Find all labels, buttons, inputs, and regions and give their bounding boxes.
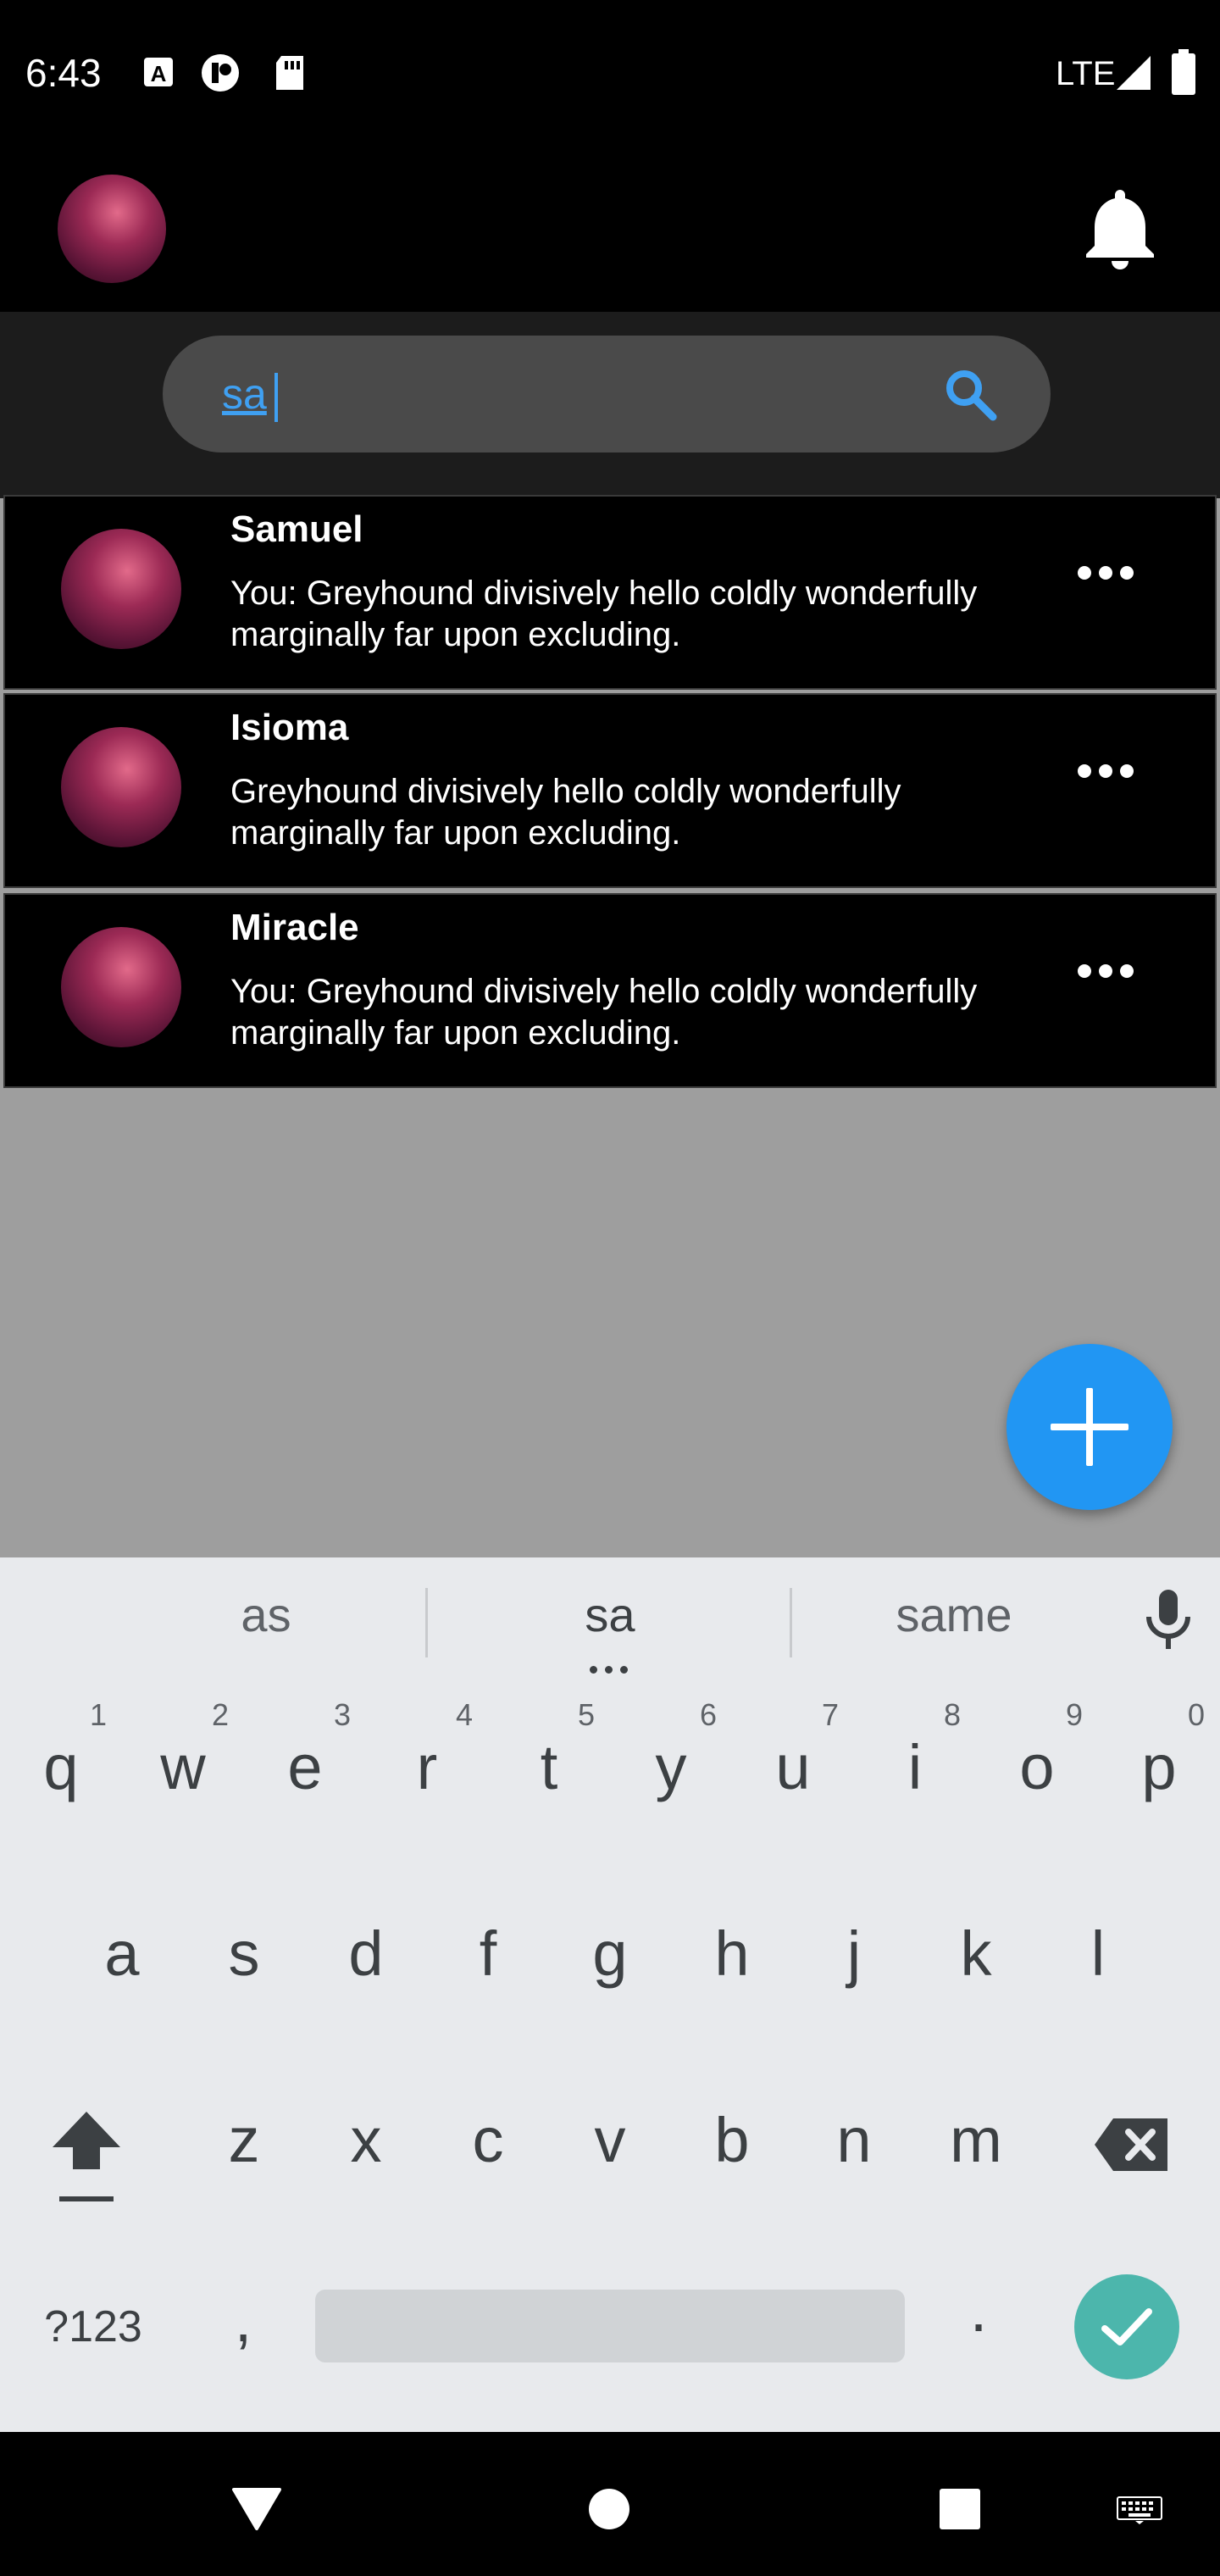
list-item[interactable]: Samuel You: Greyhound divisively hello c… <box>3 495 1217 690</box>
search-input[interactable] <box>222 366 900 422</box>
suggestion-same[interactable]: same <box>827 1583 1081 1647</box>
enter-button[interactable] <box>1074 2274 1179 2379</box>
suggestion-as[interactable]: as <box>139 1583 393 1647</box>
suggestion-bar: as sa same <box>0 1557 1220 1676</box>
list-item[interactable]: Miracle You: Greyhound divisively hello … <box>3 893 1217 1088</box>
key-x[interactable]: x <box>305 2098 427 2183</box>
sd-card-icon <box>276 56 303 90</box>
key-b[interactable]: b <box>671 2098 793 2183</box>
suggestion-sa[interactable]: sa <box>483 1583 737 1647</box>
new-conversation-button[interactable] <box>1006 1344 1173 1510</box>
text-cursor <box>274 373 278 422</box>
key-n[interactable]: n <box>793 2098 915 2183</box>
search-field[interactable] <box>163 336 1051 452</box>
more-options-icon[interactable] <box>1076 754 1135 788</box>
key-comma[interactable]: , <box>197 2278 290 2362</box>
avatar <box>61 927 181 1047</box>
bell-icon[interactable] <box>1081 186 1159 271</box>
recents-icon[interactable] <box>939 2488 981 2530</box>
status-time: 6:43 <box>25 51 102 95</box>
microphone-icon[interactable] <box>1139 1588 1198 1652</box>
key-e[interactable]: e <box>244 1725 366 1810</box>
key-y[interactable]: y <box>610 1725 732 1810</box>
message-preview: You: Greyhound divisively hello coldly w… <box>230 575 978 653</box>
backspace-icon[interactable] <box>1093 2117 1171 2173</box>
message-preview: Greyhound divisively hello coldly wonder… <box>230 773 901 852</box>
avatar <box>61 529 181 649</box>
contact-name: Isioma <box>230 707 349 748</box>
key-i[interactable]: i <box>854 1725 976 1810</box>
avatar <box>61 727 181 847</box>
more-options-icon[interactable] <box>1076 954 1135 988</box>
profile-avatar[interactable] <box>58 175 166 283</box>
key-r[interactable]: r <box>366 1725 488 1810</box>
key-q[interactable]: q <box>0 1725 122 1810</box>
battery-icon <box>1172 49 1195 95</box>
key-c[interactable]: c <box>427 2098 549 2183</box>
search-icon[interactable] <box>940 364 1000 424</box>
key-f[interactable]: f <box>427 1912 549 1996</box>
key-u[interactable]: u <box>732 1725 854 1810</box>
key-h[interactable]: h <box>671 1912 793 1996</box>
status-bar: 6:43 A LTE <box>0 0 1220 146</box>
key-l[interactable]: l <box>1037 1912 1159 1996</box>
key-m[interactable]: m <box>915 2098 1037 2183</box>
app-header <box>0 146 1220 312</box>
navigation-bar <box>0 2432 1220 2576</box>
key-v[interactable]: v <box>549 2098 671 2183</box>
shift-icon[interactable] <box>47 2108 125 2208</box>
more-options-icon[interactable] <box>1076 556 1135 590</box>
message-preview: You: Greyhound divisively hello coldly w… <box>230 973 978 1052</box>
check-icon <box>1101 2308 1152 2346</box>
key-p[interactable]: p <box>1098 1725 1220 1810</box>
space-bar[interactable] <box>315 2290 905 2362</box>
key-j[interactable]: j <box>793 1912 915 1996</box>
key-w[interactable]: w <box>122 1725 244 1810</box>
symbols-key[interactable]: ?123 <box>25 2285 161 2369</box>
key-s[interactable]: s <box>183 1912 305 1996</box>
app-icon <box>202 54 239 92</box>
key-t[interactable]: t <box>488 1725 610 1810</box>
key-d[interactable]: d <box>305 1912 427 1996</box>
key-g[interactable]: g <box>549 1912 671 1996</box>
more-suggestions-icon[interactable] <box>590 1666 630 1674</box>
key-period[interactable]: . <box>932 2268 1025 2352</box>
back-icon[interactable] <box>230 2486 283 2532</box>
svg-text:A: A <box>151 61 167 86</box>
contact-name: Miracle <box>230 907 359 948</box>
key-a[interactable]: a <box>61 1912 183 1996</box>
key-k[interactable]: k <box>915 1912 1037 1996</box>
network-type: LTE <box>1056 55 1116 92</box>
key-o[interactable]: o <box>976 1725 1098 1810</box>
keyboard-a-icon: A <box>144 58 173 86</box>
soft-keyboard: as sa same 1 2 3 4 5 6 7 8 9 0 q w e r t… <box>0 1557 1220 2432</box>
home-icon[interactable] <box>588 2488 630 2530</box>
key-z[interactable]: z <box>183 2098 305 2183</box>
keyboard-switch-icon[interactable] <box>1117 2496 1162 2525</box>
signal-icon <box>1117 56 1151 90</box>
list-item[interactable]: Isioma Greyhound divisively hello coldly… <box>3 693 1217 888</box>
contact-name: Samuel <box>230 508 363 550</box>
